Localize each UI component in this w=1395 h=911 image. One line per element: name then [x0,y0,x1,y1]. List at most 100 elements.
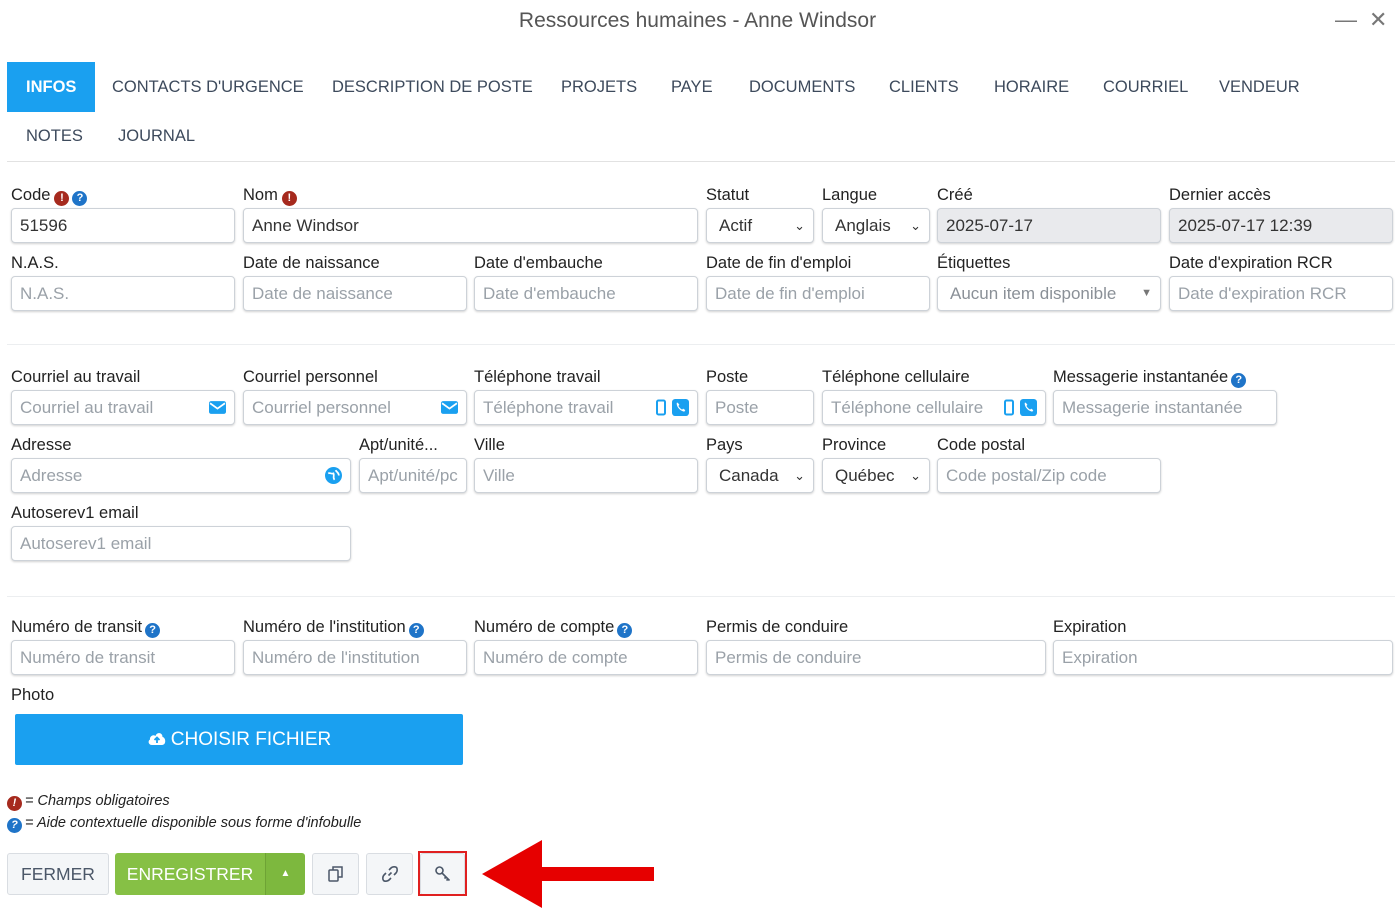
help-icon[interactable]: ? [408,623,424,638]
nas-label: N.A.S. [11,254,59,272]
expiration-input[interactable]: Expiration [1053,640,1393,675]
tab-notes[interactable]: NOTES [7,111,102,161]
envelope-icon [209,401,226,414]
globe-icon [325,467,342,484]
photo-label: Photo [11,686,55,704]
transit-input[interactable]: Numéro de transit [11,640,235,675]
tab-horaire[interactable]: HORAIRE [975,62,1088,112]
courriel-travail-label: Courriel au travail [11,368,141,386]
link-icon [381,866,398,882]
save-options-button[interactable]: ▲ [265,853,305,895]
ville-input[interactable]: Ville [474,458,698,493]
courriel-perso-input[interactable]: Courriel personnel [243,390,467,425]
apt-input[interactable]: Apt/unité/pc [359,458,467,493]
copy-button[interactable] [312,853,359,895]
tab-bar: INFOS CONTACTS D'URGENCE DESCRIPTION DE … [7,62,1395,162]
nas-input[interactable]: N.A.S. [11,276,235,311]
cree-label: Créé [937,186,973,204]
caret-down-icon: ▼ [1141,287,1152,299]
dernier-acces-field: 2025-07-17 12:39 [1169,208,1393,243]
tab-paye[interactable]: PAYE [652,62,732,112]
autoserev-label: Autoserev1 email [11,504,139,522]
chevron-down-icon: ⌄ [910,468,921,483]
help-icon[interactable]: ? [617,623,633,638]
code-postal-input[interactable]: Code postal/Zip code [937,458,1161,493]
chevron-down-icon: ⌄ [910,218,921,233]
window-title: Ressources humaines - Anne Windsor [518,9,877,32]
link-button[interactable] [366,853,413,895]
tab-contacts-urgence[interactable]: CONTACTS D'URGENCE [93,62,323,112]
code-postal-label: Code postal [937,436,1026,454]
required-icon: ! [54,191,70,206]
compte-input[interactable]: Numéro de compte [474,640,698,675]
transit-label: Numéro de transit? [11,618,161,638]
chevron-down-icon: ⌄ [794,218,805,233]
tab-projets[interactable]: PROJETS [542,62,656,112]
date-embauche-input[interactable]: Date d'embauche [474,276,698,311]
tel-travail-label: Téléphone travail [474,368,601,386]
mobile-phone-icon[interactable] [1004,399,1014,416]
langue-select[interactable]: Anglais ⌄ [822,208,930,243]
etiquettes-label: Étiquettes [937,254,1011,272]
envelope-icon [441,401,458,414]
date-fin-emploi-input[interactable]: Date de fin d'emploi [706,276,930,311]
pays-select[interactable]: Canada ⌄ [706,458,814,493]
adresse-input[interactable]: Adresse [11,458,351,493]
courriel-travail-input[interactable]: Courriel au travail [11,390,235,425]
red-arrow-annotation [482,840,654,908]
messagerie-label: Messagerie instantanée? [1053,368,1247,388]
save-button[interactable]: ENREGISTRER [115,853,265,895]
copy-icon [327,866,343,882]
tab-courriel[interactable]: COURRIEL [1084,62,1207,112]
tab-infos[interactable]: INFOS [7,62,96,112]
compte-label: Numéro de compte? [474,618,633,638]
etiquettes-select[interactable]: Aucun item disponible ▼ [937,276,1161,311]
date-exp-rcr-input[interactable]: Date d'expiration RCR [1169,276,1393,311]
tel-cell-input[interactable]: Téléphone cellulaire [822,390,1046,425]
mobile-phone-icon[interactable] [656,399,666,416]
cree-field: 2025-07-17 [937,208,1161,243]
tab-journal[interactable]: JOURNAL [99,111,214,161]
required-icon: ! [281,191,297,206]
institution-label: Numéro de l'institution? [243,618,424,638]
help-icon[interactable]: ? [1231,373,1247,388]
tab-documents[interactable]: DOCUMENTS [730,62,874,112]
date-fin-emploi-label: Date de fin d'emploi [706,254,852,272]
close-icon[interactable]: ✕ [1369,6,1387,34]
help-icon[interactable]: ? [72,191,88,206]
date-naissance-input[interactable]: Date de naissance [243,276,467,311]
permis-input[interactable]: Permis de conduire [706,640,1046,675]
minimize-icon[interactable]: — [1335,6,1357,34]
permis-label: Permis de conduire [706,618,849,636]
required-icon: ! [7,796,22,811]
tel-travail-input[interactable]: Téléphone travail [474,390,698,425]
tab-clients[interactable]: CLIENTS [870,62,978,112]
courriel-perso-label: Courriel personnel [243,368,378,386]
dernier-acces-label: Dernier accès [1169,186,1271,204]
ville-label: Ville [474,436,505,454]
help-icon[interactable]: ? [145,623,161,638]
date-naissance-label: Date de naissance [243,254,380,272]
adresse-label: Adresse [11,436,72,454]
statut-label: Statut [706,186,750,204]
messagerie-input[interactable]: Messagerie instantanée [1053,390,1277,425]
phone-icon[interactable] [1020,399,1037,416]
choose-file-button[interactable]: CHOISIR FICHIER [15,714,463,765]
nom-input[interactable]: Anne Windsor [243,208,698,243]
apt-label: Apt/unité... [359,436,438,454]
phone-icon[interactable] [672,399,689,416]
date-embauche-label: Date d'embauche [474,254,603,272]
caret-up-icon: ▲ [280,868,291,879]
poste-input[interactable]: Poste [706,390,814,425]
langue-label: Langue [822,186,878,204]
tab-vendeur[interactable]: VENDEUR [1200,62,1319,112]
tab-description-poste[interactable]: DESCRIPTION DE POSTE [313,62,552,112]
province-select[interactable]: Québec ⌄ [822,458,930,493]
close-button[interactable]: FERMER [7,853,109,895]
autoserev-input[interactable]: Autoserev1 email [11,526,351,561]
institution-input[interactable]: Numéro de l'institution [243,640,467,675]
province-label: Province [822,436,887,454]
code-input[interactable]: 51596 [11,208,235,243]
help-icon: ? [7,818,22,833]
statut-select[interactable]: Actif ⌄ [706,208,814,243]
